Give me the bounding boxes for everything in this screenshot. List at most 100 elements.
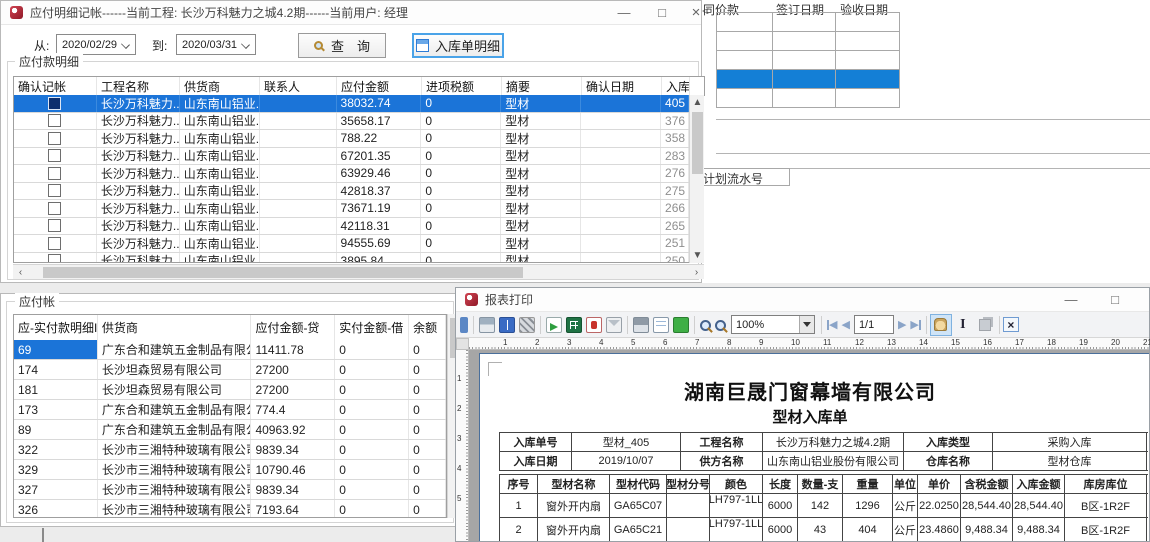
confirm-checkbox[interactable] (48, 237, 61, 250)
close-button[interactable]: × (681, 1, 711, 25)
pdf-export-icon[interactable] (586, 317, 602, 333)
export-icon[interactable] (546, 317, 562, 333)
next-page-button[interactable]: ▶ (898, 318, 906, 331)
table-row[interactable]: 181长沙坦森贸易有限公司2720000 (14, 380, 446, 400)
zoom-in-icon[interactable] (700, 320, 711, 331)
print-icon[interactable] (479, 317, 495, 333)
ruler-number: 14 (919, 338, 928, 347)
table-row[interactable]: 89广东合和建筑五金制品有限公司40963.9200 (14, 420, 446, 440)
table-row[interactable]: 长沙万科魅力...山东南山铝业...42118.310型材265 (14, 218, 689, 236)
table-row[interactable]: 入库单号型材_405工程名称长沙万科魅力之城4.2期入库类型采购入库 (500, 433, 1148, 452)
table-row[interactable]: 长沙万科魅力...山东南山铝业...63929.460型材276 (14, 165, 689, 183)
table-cell: 仓库名称 (904, 452, 993, 470)
table-row[interactable]: 329长沙市三湘特种玻璃有限公司10790.4600 (14, 460, 446, 480)
table-row[interactable]: 174长沙坦森贸易有限公司2720000 (14, 360, 446, 380)
ruler-number: 20 (1111, 338, 1120, 347)
table-cell: 型材 (501, 130, 581, 147)
column-header: 型材分号 (667, 475, 710, 493)
confirm-checkbox[interactable] (48, 132, 61, 145)
bg-empty-grid[interactable] (716, 12, 900, 108)
hand-tool-button[interactable] (930, 314, 952, 336)
copy-button[interactable] (974, 314, 996, 336)
table-row[interactable]: 长沙万科魅力...山东南山铝业...38032.740型材405 (14, 95, 689, 113)
last-page-button[interactable]: ▶ (910, 318, 920, 331)
table-cell (14, 130, 97, 147)
print-preview-area[interactable]: 湖南巨晟门窗幕墙有限公司 型材入库单 入库单号型材_405工程名称长沙万科魅力之… (469, 350, 1149, 541)
mail-icon[interactable] (606, 317, 622, 333)
scrollbar-thumb[interactable] (43, 267, 523, 278)
table-row[interactable]: 入库日期2019/10/07供方名称山东南山铝业股份有限公司仓库名称型材仓库 (500, 452, 1148, 471)
bg-empty-row[interactable] (717, 32, 899, 51)
scrollbar-thumb[interactable] (692, 112, 703, 174)
to-date-combo[interactable]: 2020/03/31 (176, 34, 256, 55)
table-cell: 入库单号 (500, 433, 572, 451)
confirm-checkbox[interactable] (48, 254, 61, 263)
excel-export-icon[interactable] (566, 317, 582, 333)
table-row[interactable]: 327长沙市三湘特种玻璃有限公司9839.3400 (14, 480, 446, 500)
package-icon[interactable] (673, 317, 689, 333)
minimize-button[interactable]: — (609, 1, 639, 25)
bg-empty-row[interactable] (717, 51, 899, 70)
horizontal-scrollbar[interactable]: ‹ › (13, 264, 704, 279)
table-cell: 窗外开内扇 (538, 494, 610, 517)
table-row[interactable]: 长沙万科魅力...山东南山铝业...94555.690型材251 (14, 235, 689, 253)
confirm-checkbox[interactable] (48, 202, 61, 215)
text-select-button[interactable]: I (952, 314, 974, 336)
scroll-down-icon[interactable]: ▼ (690, 248, 705, 263)
tools-icon[interactable] (519, 317, 535, 333)
payable-account-table[interactable]: 69广东合和建筑五金制品有限公司11411.7800174长沙坦森贸易有限公司2… (13, 340, 447, 518)
bg-empty-row[interactable] (717, 89, 899, 108)
table-row[interactable]: 173广东合和建筑五金制品有限公司774.400 (14, 400, 446, 420)
page-input[interactable]: 1/1 (854, 315, 894, 334)
separator (821, 316, 822, 334)
confirm-checkbox[interactable] (48, 167, 61, 180)
table-cell: 山东南山铝业... (180, 130, 260, 147)
prev-page-button[interactable]: ◀ (841, 318, 849, 331)
close-button[interactable]: × (1140, 288, 1150, 312)
minimize-button[interactable]: — (1056, 288, 1086, 312)
table-row[interactable]: 326长沙市三湘特种玻璃有限公司7193.6400 (14, 500, 446, 518)
payable-detail-table[interactable]: 长沙万科魅力...山东南山铝业...38032.740型材405长沙万科魅力..… (13, 95, 690, 263)
book-icon[interactable] (499, 317, 515, 333)
scroll-right-icon[interactable]: › (689, 265, 704, 280)
close-preview-button[interactable]: × (1003, 317, 1019, 332)
maximize-button[interactable]: □ (647, 1, 677, 25)
zoom-select[interactable]: 100% (731, 315, 815, 334)
scroll-left-icon[interactable]: ‹ (13, 265, 28, 280)
confirm-checkbox[interactable] (48, 97, 61, 110)
table-cell: 山东南山铝业... (180, 113, 260, 130)
table-row[interactable]: 长沙万科魅力...山东南山铝业...67201.350型材283 (14, 148, 689, 166)
first-page-button[interactable]: ◀ (827, 318, 837, 331)
confirm-checkbox[interactable] (48, 114, 61, 127)
chevron-down-icon[interactable] (799, 316, 814, 333)
window1-titlebar[interactable]: 应付明细记帐------当前工程: 长沙万科魅力之城4.2期------当前用户… (1, 1, 701, 25)
maximize-button[interactable]: □ (1100, 288, 1130, 312)
confirm-checkbox[interactable] (48, 149, 61, 162)
header-row[interactable]: 序号型材名称型材代码型材分号颜色长度数量-支重量单位单价含税金额入库金额库房库位 (500, 475, 1148, 494)
scroll-up-icon[interactable]: ▲ (690, 95, 705, 110)
bg-empty-row[interactable] (717, 13, 899, 32)
report-titlebar[interactable]: 报表打印 (456, 288, 1149, 312)
vertical-scrollbar[interactable]: ▲ ▼ (689, 95, 704, 263)
table-row[interactable]: 长沙万科魅力...山东南山铝业...73671.190型材266 (14, 200, 689, 218)
page-setup-icon[interactable] (653, 317, 669, 333)
table-row[interactable]: 2窗外开内扇GA65C21LH797-1LL600043404公斤23.4860… (500, 518, 1148, 541)
zoom-out-icon[interactable] (715, 320, 726, 331)
table-row[interactable]: 长沙万科魅力...山东南山铝业...42818.370型材275 (14, 183, 689, 201)
table-cell: 788.22 (337, 130, 422, 147)
table-row[interactable]: 长沙万科魅力...山东南山铝业...788.220型材358 (14, 130, 689, 148)
print-setup-icon[interactable] (633, 317, 649, 333)
table-row[interactable]: 长沙万科魅力...山东南山铝业...35658.170型材376 (14, 113, 689, 131)
inbound-detail-button[interactable]: 入库单明细 (412, 33, 504, 58)
from-date-combo[interactable]: 2020/02/29 (56, 34, 136, 55)
table-row[interactable]: 长沙万科魅力山东南山铝业3895.840型材250 (14, 253, 689, 264)
bg-empty-row[interactable] (717, 70, 899, 89)
table-row[interactable]: 1窗外开内扇GA65C07LH797-1LL60001421296公斤22.02… (500, 494, 1148, 518)
confirm-checkbox[interactable] (48, 184, 61, 197)
panel-icon[interactable] (460, 317, 468, 333)
table-row[interactable]: 322长沙市三湘特种玻璃有限公司9839.3400 (14, 440, 446, 460)
query-button[interactable]: 查 询 (298, 33, 386, 58)
confirm-checkbox[interactable] (48, 219, 61, 232)
table-cell: 2 (500, 518, 538, 541)
table-row[interactable]: 69广东合和建筑五金制品有限公司11411.7800 (14, 340, 446, 360)
